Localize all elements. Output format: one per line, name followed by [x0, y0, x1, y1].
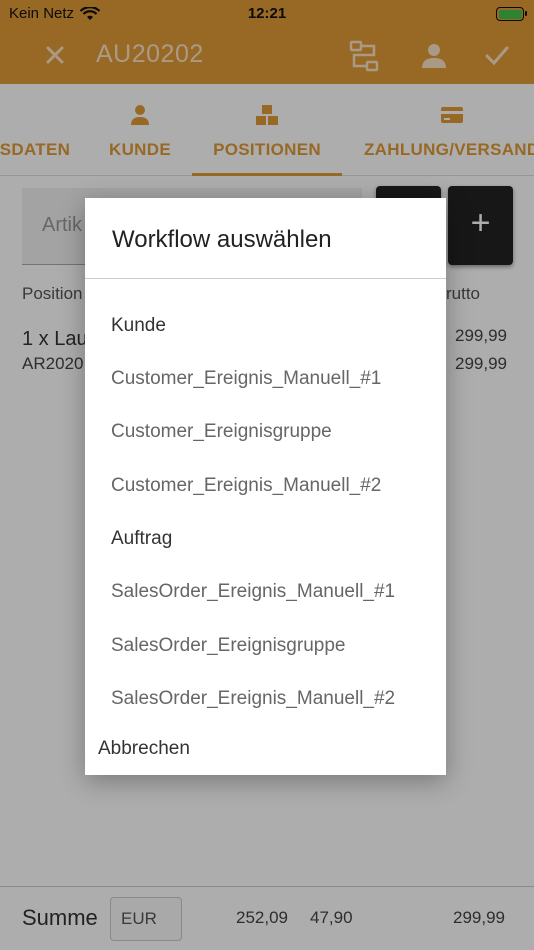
option-salesorder-manual-2[interactable]: SalesOrder_Ereignis_Manuell_#2: [111, 688, 395, 710]
dialog-divider: [85, 278, 446, 279]
option-salesorder-manual-1[interactable]: SalesOrder_Ereignis_Manuell_#1: [111, 581, 395, 603]
option-salesorder-group[interactable]: SalesOrder_Ereignisgruppe: [111, 635, 345, 657]
option-customer-group[interactable]: Customer_Ereignisgruppe: [111, 421, 332, 443]
option-group-kunde[interactable]: Kunde: [111, 315, 166, 337]
dialog-title: Workflow auswählen: [112, 226, 332, 253]
option-customer-manual-2[interactable]: Customer_Ereignis_Manuell_#2: [111, 475, 381, 497]
workflow-dialog: Workflow auswählen Kunde Customer_Ereign…: [85, 198, 446, 775]
option-customer-manual-1[interactable]: Customer_Ereignis_Manuell_#1: [111, 368, 381, 390]
option-group-auftrag[interactable]: Auftrag: [111, 528, 172, 550]
cancel-button[interactable]: Abbrechen: [98, 738, 190, 760]
